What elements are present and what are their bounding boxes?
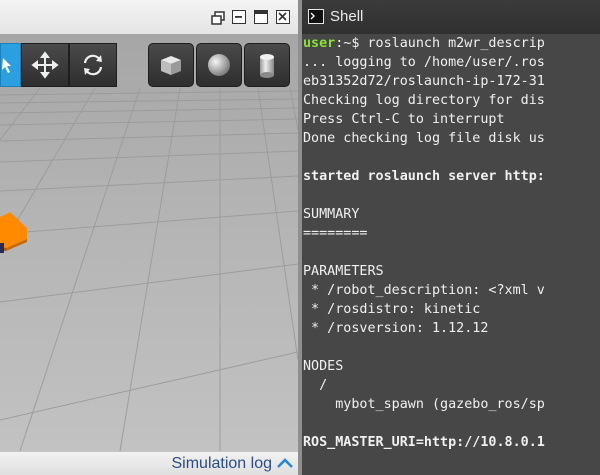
prompt-command: :~$ roslaunch m2wr_descrip: [335, 36, 545, 51]
simulation-pane: Simulation log: [0, 0, 298, 475]
rotate-mode-icon: [83, 54, 103, 76]
terminal-line: eb31352d72/roslaunch-ip-172-31: [303, 74, 545, 89]
cylinder-shape-icon: [260, 54, 274, 78]
terminal-line: Checking log directory for dis: [303, 93, 545, 108]
prompt-user: user: [303, 36, 336, 51]
chevron-up-icon[interactable]: [276, 455, 294, 471]
maximize-icon[interactable]: [254, 10, 268, 24]
terminal-line: NODES: [303, 359, 344, 374]
terminal-line: /: [303, 378, 328, 393]
terminal-line: started roslaunch server http:: [303, 169, 545, 184]
select-mode-icon: [2, 58, 11, 73]
rotate-mode-button[interactable]: [69, 43, 117, 87]
terminal-line: Done checking log file disk us: [303, 131, 545, 146]
terminal-prompt-line: user:~$ roslaunch m2wr_descrip: [303, 34, 545, 53]
cylinder-shape-button[interactable]: [244, 43, 290, 87]
sphere-shape-icon: [208, 54, 230, 76]
terminal-line: * /rosdistro: kinetic: [303, 302, 481, 317]
shell-title: Shell: [330, 8, 364, 25]
shell-titlebar: Shell: [302, 0, 600, 35]
terminal-icon: [308, 9, 324, 24]
translate-mode-button[interactable]: [21, 43, 69, 87]
terminal-line: ========: [303, 226, 368, 241]
terminal-line: * /robot_description: <?xml v: [303, 283, 545, 298]
minimize-icon[interactable]: [232, 10, 246, 24]
terminal-output[interactable]: user:~$ roslaunch m2wr_descrip ... loggi…: [302, 34, 600, 475]
simulation-log-bar[interactable]: Simulation log: [0, 451, 298, 475]
terminal-line: PARAMETERS: [303, 264, 384, 279]
translate-mode-icon: [31, 51, 59, 79]
simulation-titlebar: [0, 0, 298, 35]
sphere-shape-button[interactable]: [196, 43, 242, 87]
terminal-line: ... logging to /home/user/.ros: [303, 55, 545, 70]
terminal-line: mybot_spawn (gazebo_ros/sp: [303, 397, 545, 412]
terminal-line: ROS_MASTER_URI=http://10.8.0.1: [303, 435, 545, 450]
3d-viewport[interactable]: [0, 34, 298, 451]
shell-pane: Shell user:~$ roslaunch m2wr_descrip ...…: [302, 0, 600, 475]
close-icon[interactable]: [276, 10, 290, 24]
box-shape-button[interactable]: [148, 43, 194, 87]
select-mode-button[interactable]: [0, 43, 21, 87]
simulation-log-label: Simulation log: [171, 455, 273, 472]
restore-icon[interactable]: [211, 10, 225, 25]
terminal-line: SUMMARY: [303, 207, 360, 222]
box-shape-icon: [161, 56, 181, 75]
terminal-line: * /rosversion: 1.12.12: [303, 321, 489, 336]
terminal-line: Press Ctrl-C to interrupt: [303, 112, 505, 127]
